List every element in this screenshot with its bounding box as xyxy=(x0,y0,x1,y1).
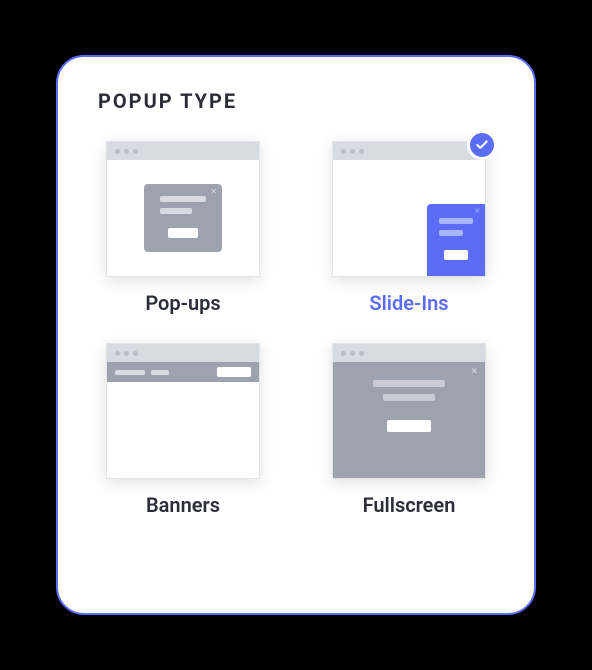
option-label: Slide-Ins xyxy=(369,291,448,315)
banners-preview-icon xyxy=(106,343,260,479)
option-label: Banners xyxy=(146,493,220,517)
panel-title: POPUP TYPE xyxy=(98,89,498,113)
close-icon: ✕ xyxy=(474,207,480,215)
popup-type-option-fullscreen[interactable]: ✕ Fullscreen xyxy=(332,343,486,517)
window-titlebar-icon xyxy=(333,142,485,160)
option-label: Fullscreen xyxy=(363,493,456,517)
popup-type-option-banners[interactable]: Banners xyxy=(106,343,260,517)
slideins-preview-icon: ✕ xyxy=(332,141,486,277)
popup-type-grid: ✕ Pop-ups ✕ xyxy=(94,141,498,517)
modal-icon: ✕ xyxy=(144,184,222,252)
close-icon: ✕ xyxy=(210,187,217,196)
option-label: Pop-ups xyxy=(145,291,220,315)
window-titlebar-icon xyxy=(107,142,259,160)
banner-bar-icon xyxy=(107,362,259,382)
popup-type-option-popups[interactable]: ✕ Pop-ups xyxy=(106,141,260,315)
selected-check-icon xyxy=(467,130,497,160)
popup-type-panel: POPUP TYPE ✕ Pop-ups xyxy=(56,55,536,615)
window-titlebar-icon xyxy=(107,344,259,362)
popup-type-option-slideins[interactable]: ✕ Slide-Ins xyxy=(332,141,486,315)
slidein-panel-icon: ✕ xyxy=(427,204,485,276)
close-icon: ✕ xyxy=(470,367,478,377)
popups-preview-icon: ✕ xyxy=(106,141,260,277)
fullscreen-overlay-icon: ✕ xyxy=(333,362,485,478)
fullscreen-preview-icon: ✕ xyxy=(332,343,486,479)
window-titlebar-icon xyxy=(333,344,485,362)
